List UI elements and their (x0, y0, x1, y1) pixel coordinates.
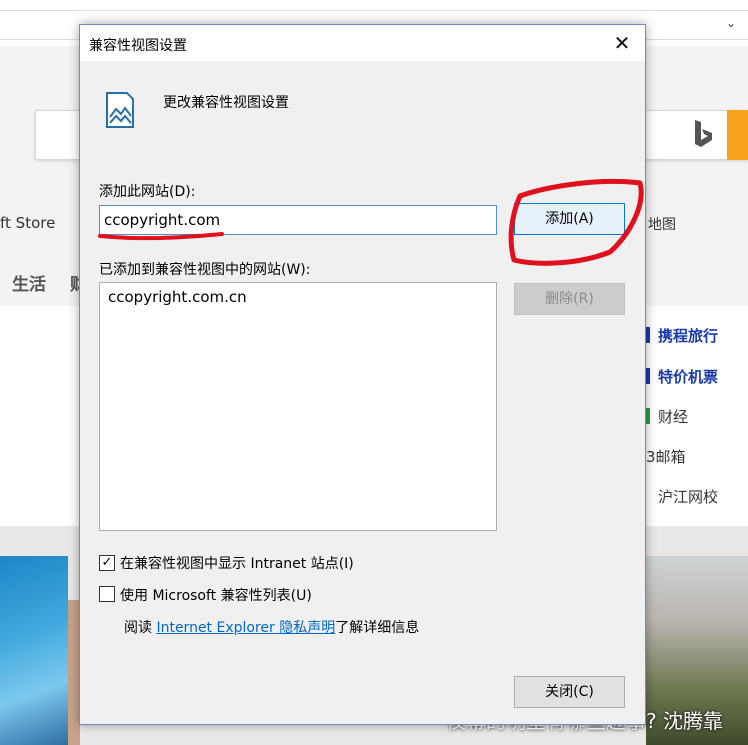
dialog-titlebar[interactable]: 兼容性视图设置 ✕ (80, 25, 645, 61)
close-icon[interactable]: ✕ (609, 30, 635, 56)
privacy-line: 阅读 Internet Explorer 隐私声明了解详细信息 (124, 617, 419, 637)
side-link-finance[interactable]: 财经 (646, 406, 688, 427)
privacy-link[interactable]: Internet Explorer 隐私声明 (156, 620, 335, 636)
store-link[interactable]: ft Store (0, 214, 55, 232)
side-link-mail[interactable]: 3邮箱 (646, 446, 686, 467)
intranet-checkbox[interactable]: ✓ (99, 555, 115, 571)
chevron-down-icon[interactable]: ⌄ (726, 16, 736, 30)
side-link-mark (646, 327, 650, 343)
ms-list-checkbox[interactable] (99, 586, 115, 602)
read-suffix: 了解详细信息 (335, 620, 420, 636)
intranet-label[interactable]: 在兼容性视图中显示 Intranet 站点(I) (120, 553, 354, 573)
add-button[interactable]: 添加(A) (514, 203, 625, 235)
bing-icon[interactable] (692, 118, 714, 150)
side-link-mark (646, 408, 650, 424)
dialog-title: 兼容性视图设置 (89, 38, 187, 54)
side-link-mark (646, 368, 650, 384)
sites-listbox[interactable]: ccopyright.com.cn (99, 282, 497, 531)
close-button[interactable]: 关闭(C) (514, 676, 625, 708)
side-link-ctrip[interactable]: 携程旅行 (646, 325, 718, 346)
dialog-header-text: 更改兼容性视图设置 (163, 95, 289, 111)
search-button[interactable] (727, 110, 748, 160)
add-site-label: 添加此网站(D): (99, 184, 196, 200)
tab-life[interactable]: 生活 (12, 270, 46, 295)
sites-list-label: 已添加到兼容性视图中的网站(W): (99, 262, 311, 278)
list-item[interactable]: ccopyright.com.cn (108, 288, 247, 306)
side-link-hujiang[interactable]: 沪江网校 (658, 486, 718, 507)
add-site-input[interactable] (99, 205, 497, 235)
read-prefix: 阅读 (124, 620, 157, 636)
remove-button[interactable]: 删除(R) (514, 283, 625, 315)
map-link[interactable]: 地图 (648, 214, 676, 234)
photo-surfer[interactable] (0, 556, 68, 745)
ms-list-label[interactable]: 使用 Microsoft 兼容性列表(U) (120, 585, 312, 605)
compat-view-dialog: 兼容性视图设置 ✕ 更改兼容性视图设置 添加此网站(D): 添加(A) 已添加到… (79, 24, 646, 725)
document-picture-icon (106, 92, 134, 128)
side-link-flights[interactable]: 特价机票 (646, 366, 718, 387)
